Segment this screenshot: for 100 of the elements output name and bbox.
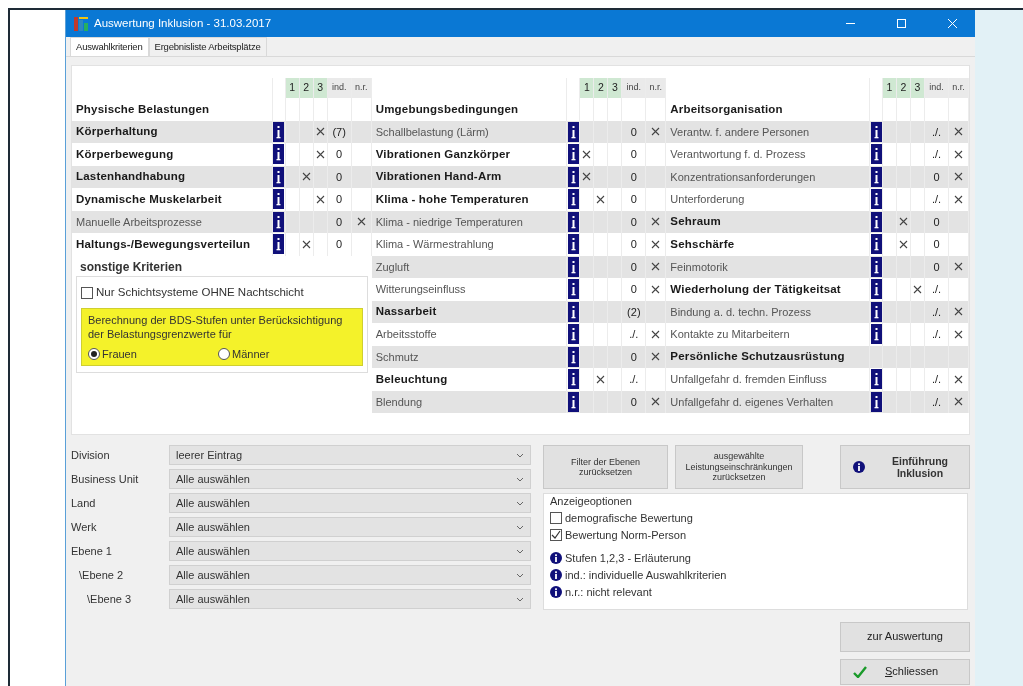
criterion-label: Zugluft bbox=[371, 255, 568, 278]
info-icon[interactable] bbox=[870, 391, 882, 412]
info-icon[interactable] bbox=[567, 211, 579, 232]
dropdown[interactable]: leerer Eintrag bbox=[169, 445, 531, 465]
info-icon[interactable] bbox=[870, 234, 882, 255]
info-icon[interactable] bbox=[550, 569, 562, 581]
tab[interactable]: Auswahlkriterien bbox=[70, 37, 149, 56]
criterion-label: Vibrationen Ganzkörper bbox=[371, 143, 568, 166]
info-icon[interactable] bbox=[870, 369, 882, 390]
ind-value: 0 bbox=[336, 192, 343, 207]
radio-button[interactable]: Frauen bbox=[88, 347, 218, 362]
reset-button[interactable]: Filter der Ebenen zurücksetzen bbox=[543, 445, 668, 489]
info-icon[interactable] bbox=[273, 121, 285, 142]
info-icon[interactable] bbox=[567, 391, 579, 412]
cross-icon bbox=[954, 127, 963, 137]
dropdown[interactable]: Alle auswählen bbox=[169, 469, 531, 489]
info-icon[interactable] bbox=[567, 234, 579, 255]
info-icon[interactable] bbox=[853, 461, 865, 473]
chevron-icon bbox=[516, 500, 524, 506]
ind-value: 0 bbox=[336, 237, 343, 252]
info-icon[interactable] bbox=[273, 234, 285, 255]
chevron-icon bbox=[516, 572, 524, 578]
info-icon[interactable] bbox=[273, 211, 285, 232]
ind-value: ./. bbox=[931, 282, 942, 297]
criterion-label: Blendung bbox=[371, 390, 568, 413]
info-icon[interactable] bbox=[567, 324, 579, 345]
info-icon[interactable] bbox=[870, 166, 882, 187]
criterion-label: Klima - Wärmestrahlung bbox=[371, 233, 568, 256]
info-icon[interactable] bbox=[870, 144, 882, 165]
info-icon[interactable] bbox=[567, 369, 579, 390]
info-link[interactable]: ind.: individuelle Auswahlkriterien bbox=[565, 566, 727, 584]
ind-value: 0 bbox=[630, 237, 637, 252]
intro-button[interactable]: Einführung Inklusion bbox=[840, 445, 970, 489]
info-icon[interactable] bbox=[273, 189, 285, 210]
cross-icon bbox=[954, 374, 963, 384]
chevron-icon bbox=[516, 548, 524, 554]
dropdown[interactable]: Alle auswählen bbox=[169, 565, 531, 585]
info-icon[interactable] bbox=[567, 144, 579, 165]
info-icon[interactable] bbox=[870, 121, 882, 142]
info-icon[interactable] bbox=[567, 279, 579, 300]
info-icon[interactable] bbox=[567, 256, 579, 277]
criterion-label: Arbeitsstoffe bbox=[371, 323, 568, 346]
ind-value: 0 bbox=[933, 214, 940, 230]
info-icon[interactable] bbox=[870, 211, 882, 232]
check-icon bbox=[853, 665, 867, 678]
info-link[interactable]: n.r.: nicht relevant bbox=[565, 583, 652, 601]
criterion-label: Manuelle Arbeitsprozesse bbox=[72, 210, 273, 233]
ind-value: 0 bbox=[336, 214, 343, 230]
cross-icon bbox=[954, 262, 963, 272]
criterion-label: Sehraum bbox=[666, 210, 870, 233]
section-heading: Umgebungsbedingungen bbox=[371, 98, 568, 121]
dropdown[interactable]: Alle auswählen bbox=[169, 541, 531, 561]
info-icon[interactable] bbox=[870, 301, 882, 322]
info-icon[interactable] bbox=[567, 301, 579, 322]
info-icon[interactable] bbox=[273, 144, 285, 165]
info-icon[interactable] bbox=[567, 346, 579, 367]
cross-icon bbox=[315, 194, 325, 204]
info-icon[interactable] bbox=[273, 166, 285, 187]
dropdown[interactable]: Alle auswählen bbox=[169, 493, 531, 513]
info-icon[interactable] bbox=[550, 552, 562, 564]
maximize-icon[interactable] bbox=[896, 18, 907, 29]
field-label: Ebene 1 bbox=[71, 543, 113, 559]
info-icon[interactable] bbox=[870, 324, 882, 345]
info-icon[interactable] bbox=[567, 166, 579, 187]
checkbox[interactable]: demografische Bewertung bbox=[550, 509, 961, 527]
checkbox[interactable]: Bewertung Norm-Person bbox=[550, 526, 961, 544]
dropdown[interactable]: Alle auswählen bbox=[169, 589, 531, 609]
info-icon[interactable] bbox=[870, 256, 882, 277]
chevron-icon bbox=[516, 524, 524, 530]
info-icon[interactable] bbox=[567, 189, 579, 210]
cross-icon bbox=[315, 127, 325, 137]
info-icon[interactable] bbox=[567, 121, 579, 142]
field-label: Business Unit bbox=[71, 471, 140, 487]
cross-icon bbox=[301, 239, 311, 249]
chevron-icon bbox=[516, 452, 524, 458]
info-icon[interactable] bbox=[870, 279, 882, 300]
checkbox[interactable]: Nur Schichtsysteme OHNE Nachtschicht bbox=[81, 284, 363, 302]
info-icon[interactable] bbox=[870, 189, 882, 210]
column-header: 3 bbox=[608, 78, 623, 98]
criterion-label: Bindung a. d. techn. Prozess bbox=[666, 300, 870, 323]
window-title: Auswertung Inklusion - 31.03.2017 bbox=[94, 15, 272, 31]
radio-button[interactable]: Männer bbox=[218, 347, 348, 362]
info-icon[interactable] bbox=[550, 586, 562, 598]
group-title: Anzeigeoptionen bbox=[550, 494, 633, 509]
dropdown[interactable]: Alle auswählen bbox=[169, 517, 531, 537]
ind-value: (7) bbox=[332, 124, 346, 140]
info-link[interactable]: Stufen 1,2,3 - Erläuterung bbox=[565, 549, 691, 567]
evaluate-button[interactable]: zur Auswertung bbox=[840, 621, 970, 652]
reset-button[interactable]: ausgewählte Leistungseinschränkungen zurücksetzen bbox=[675, 445, 803, 489]
close-button[interactable]: Schliessen bbox=[840, 658, 970, 685]
ind-value: ./. bbox=[931, 327, 942, 342]
cross-icon bbox=[651, 127, 661, 137]
column-header: n.r. bbox=[949, 78, 969, 98]
column-header: 1 bbox=[883, 78, 897, 98]
cross-icon bbox=[356, 217, 366, 227]
close-icon[interactable] bbox=[947, 18, 958, 29]
criterion-label: Beleuchtung bbox=[371, 368, 568, 391]
check-icon bbox=[550, 529, 562, 541]
cross-icon bbox=[651, 329, 661, 339]
ind-value: 0 bbox=[630, 124, 637, 140]
